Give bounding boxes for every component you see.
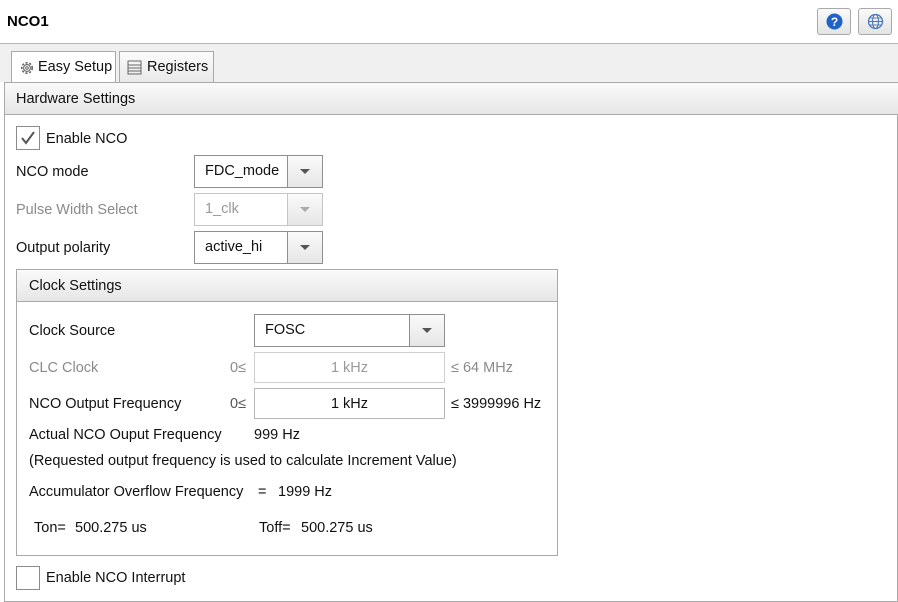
globe-icon [867, 13, 884, 30]
enable-nco-checkbox[interactable] [16, 126, 40, 150]
chevron-down-icon [287, 194, 322, 225]
actual-frequency-value: 999 Hz [254, 427, 300, 443]
chevron-down-icon[interactable] [287, 232, 322, 263]
tab-easy-setup[interactable]: Easy Setup [11, 51, 116, 83]
window-title: NCO1 [7, 13, 49, 30]
output-polarity-value: active_hi [205, 239, 263, 255]
chevron-down-icon[interactable] [287, 156, 322, 187]
nco-output-frequency-min: 0≤ [230, 396, 247, 412]
clock-settings-title: Clock Settings [29, 278, 122, 294]
ton-label: Ton= [34, 520, 66, 536]
help-icon: ? [826, 13, 843, 30]
tab-registers-label: Registers [147, 59, 209, 75]
clock-source-value: FOSC [265, 322, 306, 338]
nco-mode-label: NCO mode [16, 164, 89, 180]
svg-text:?: ? [831, 15, 838, 29]
nco-mode-select[interactable]: FDC_mode [194, 155, 323, 188]
clock-source-select[interactable]: FOSC [254, 314, 445, 347]
clc-clock-label: CLC Clock [29, 360, 99, 376]
nco-output-frequency-value: 1 kHz [330, 396, 369, 412]
clock-source-label: Clock Source [29, 323, 116, 339]
gear-icon [21, 62, 33, 74]
register-list-icon [127, 60, 142, 75]
nco-mode-value: FDC_mode [205, 163, 280, 179]
hardware-settings-header: Hardware Settings [5, 83, 898, 115]
globe-button[interactable] [858, 8, 892, 35]
overflow-frequency-label: Accumulator Overflow Frequency [29, 484, 244, 500]
clc-clock-min: 0≤ [230, 360, 247, 376]
clc-clock-max: ≤ 64 MHz [451, 360, 513, 376]
ton-value: 500.275 us [75, 520, 147, 536]
overflow-frequency-value: 1999 Hz [278, 484, 333, 500]
output-polarity-label: Output polarity [16, 240, 111, 256]
overflow-frequency-eq: = [258, 484, 267, 500]
pulse-width-value: 1_clk [205, 201, 239, 217]
toff-value: 500.275 us [301, 520, 373, 536]
nco-output-frequency-label: NCO Output Frequency [29, 396, 182, 412]
checkmark-icon [21, 131, 35, 145]
output-polarity-select[interactable]: active_hi [194, 231, 323, 264]
clc-clock-input: 1 kHz [254, 352, 445, 383]
tab-easy-setup-label: Easy Setup [38, 59, 113, 75]
pulse-width-label: Pulse Width Select [16, 202, 138, 218]
enable-nco-label: Enable NCO [46, 131, 128, 147]
toff-label: Toff= [259, 520, 291, 536]
pulse-width-select: 1_clk [194, 193, 323, 226]
actual-frequency-label: Actual NCO Ouput Frequency [29, 427, 222, 443]
nco-output-frequency-max: ≤ 3999996 Hz [451, 396, 542, 412]
chevron-down-icon[interactable] [409, 315, 444, 346]
clc-clock-value: 1 kHz [330, 360, 369, 376]
clock-settings-header: Clock Settings [17, 270, 557, 302]
enable-nco-interrupt-checkbox[interactable] [16, 566, 40, 590]
tab-registers[interactable]: Registers [119, 51, 214, 82]
title-bar [0, 0, 898, 44]
nco-output-frequency-input[interactable]: 1 kHz [254, 388, 445, 419]
hardware-settings-title: Hardware Settings [16, 91, 136, 107]
help-button[interactable]: ? [817, 8, 851, 35]
enable-nco-interrupt-label: Enable NCO Interrupt [46, 570, 186, 586]
increment-note: (Requested output frequency is used to c… [29, 453, 457, 469]
